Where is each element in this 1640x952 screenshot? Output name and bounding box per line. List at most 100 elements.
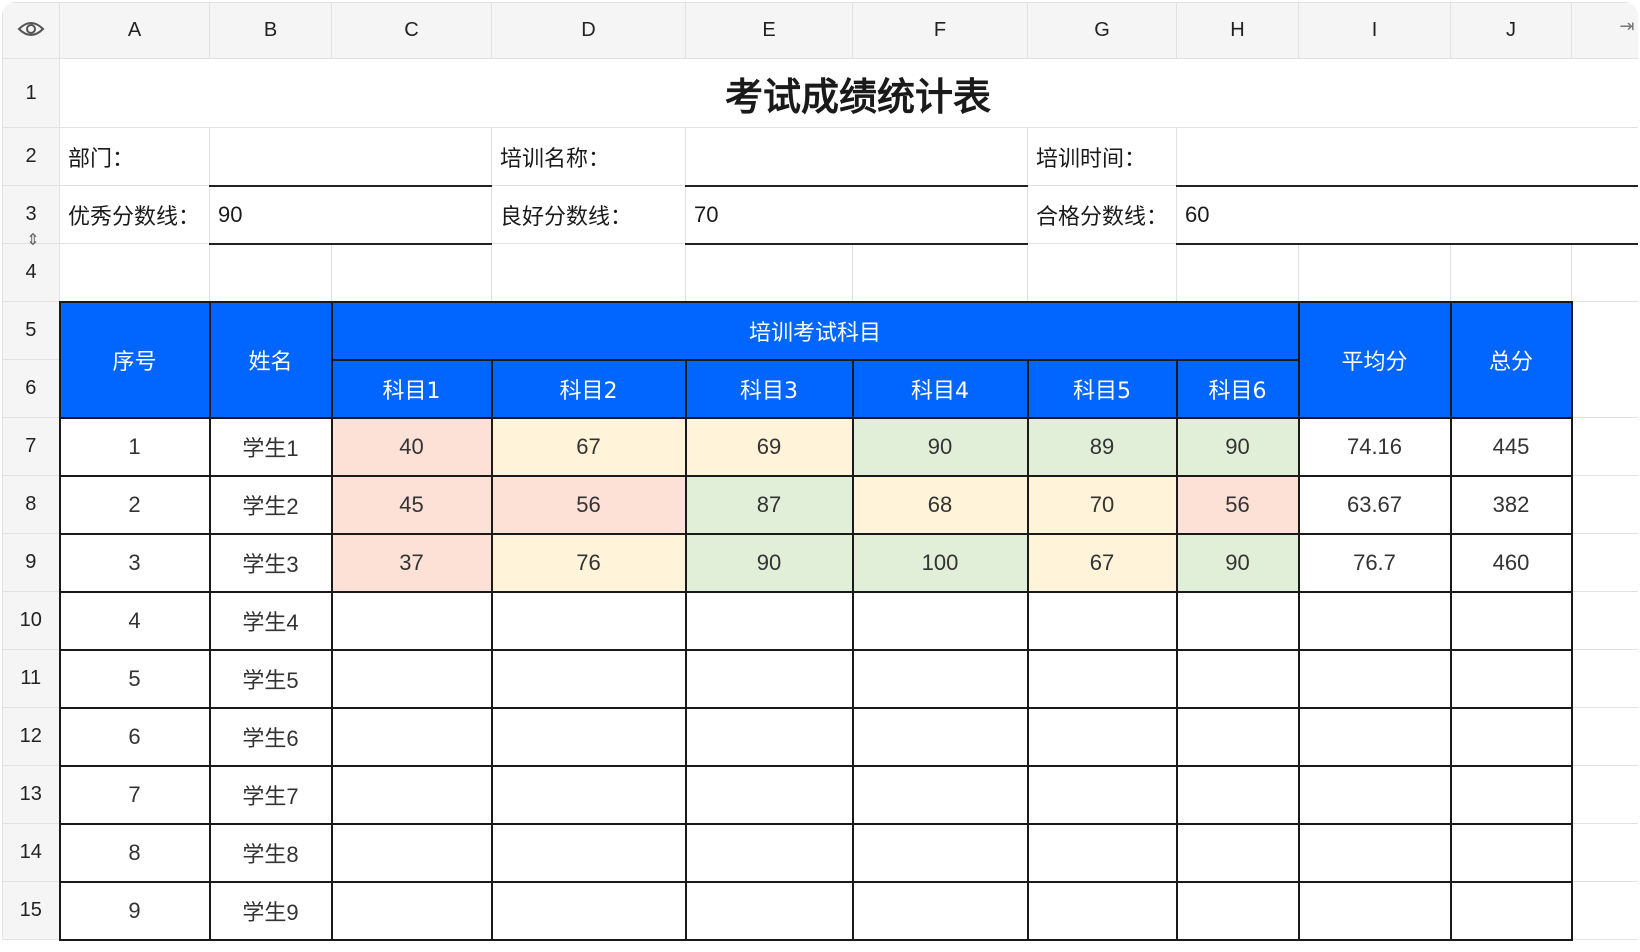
score-cell[interactable]: 90 xyxy=(1175,416,1300,477)
avg-cell[interactable] xyxy=(1297,764,1452,825)
avg-cell[interactable]: 63.67 xyxy=(1297,474,1452,535)
total-cell[interactable] xyxy=(1449,648,1573,709)
score-cell[interactable] xyxy=(490,822,687,883)
score-cell[interactable] xyxy=(490,880,687,941)
eye-icon[interactable] xyxy=(2,2,60,59)
subject-header[interactable]: 科目3 xyxy=(684,358,854,419)
subject-header[interactable]: 科目1 xyxy=(330,358,493,419)
score-cell[interactable]: 68 xyxy=(851,474,1029,535)
name-header[interactable]: 姓名 xyxy=(208,300,333,419)
empty-cell[interactable] xyxy=(685,243,853,302)
score-cell[interactable]: 69 xyxy=(684,416,854,477)
score-cell[interactable]: 70 xyxy=(1026,474,1178,535)
score-cell[interactable] xyxy=(1026,648,1178,709)
score-cell[interactable] xyxy=(851,764,1029,825)
empty-cell[interactable] xyxy=(1571,823,1638,882)
avg-cell[interactable] xyxy=(1297,822,1452,883)
score-cell[interactable]: 56 xyxy=(490,474,687,535)
score-cell[interactable] xyxy=(851,880,1029,941)
score-cell[interactable] xyxy=(1175,590,1300,651)
empty-cell[interactable] xyxy=(1571,417,1638,476)
dept-field[interactable] xyxy=(209,127,492,187)
score-cell[interactable] xyxy=(330,822,493,883)
score-cell[interactable] xyxy=(684,764,854,825)
empty-cell[interactable] xyxy=(1571,707,1638,766)
scroll-right-icon[interactable]: ⇥ xyxy=(1616,12,1638,42)
column-header[interactable]: J xyxy=(1450,2,1572,59)
score-cell[interactable] xyxy=(1175,764,1300,825)
total-cell[interactable]: 382 xyxy=(1449,474,1573,535)
name-cell[interactable]: 学生6 xyxy=(208,706,333,767)
total-cell[interactable] xyxy=(1449,822,1573,883)
empty-cell[interactable] xyxy=(331,243,492,302)
empty-cell[interactable] xyxy=(1571,243,1638,302)
total-header[interactable]: 总分 xyxy=(1449,300,1573,419)
score-cell[interactable] xyxy=(330,764,493,825)
score-cell[interactable]: 45 xyxy=(330,474,493,535)
score-cell[interactable] xyxy=(851,648,1029,709)
score-cell[interactable] xyxy=(330,880,493,941)
column-header[interactable]: A xyxy=(59,2,210,59)
column-header[interactable]: D xyxy=(491,2,686,59)
empty-cell[interactable] xyxy=(1571,881,1638,940)
sheet-title[interactable]: 考试成绩统计表 xyxy=(59,58,1638,128)
score-cell[interactable]: 90 xyxy=(684,532,854,593)
score-cell[interactable] xyxy=(1175,880,1300,941)
name-cell[interactable]: 学生1 xyxy=(208,416,333,477)
empty-cell[interactable] xyxy=(1571,649,1638,708)
row-header[interactable]: 7 xyxy=(2,417,60,476)
empty-cell[interactable] xyxy=(1298,243,1451,302)
total-cell[interactable] xyxy=(1449,706,1573,767)
avg-cell[interactable]: 74.16 xyxy=(1297,416,1452,477)
column-header[interactable]: F xyxy=(852,2,1028,59)
avg-cell[interactable] xyxy=(1297,706,1452,767)
row-header[interactable]: 9 xyxy=(2,533,60,592)
score-cell[interactable]: 40 xyxy=(330,416,493,477)
seq-header[interactable]: 序号 xyxy=(58,300,211,419)
subjects-header[interactable]: 培训考试科目 xyxy=(330,300,1300,361)
name-cell[interactable]: 学生7 xyxy=(208,764,333,825)
empty-cell[interactable] xyxy=(1571,591,1638,650)
row-header[interactable]: 8 xyxy=(2,475,60,534)
name-cell[interactable]: 学生8 xyxy=(208,822,333,883)
column-header[interactable]: B xyxy=(209,2,332,59)
score-cell[interactable] xyxy=(490,706,687,767)
score-cell[interactable]: 100 xyxy=(851,532,1029,593)
dept-label[interactable]: 部门： xyxy=(59,127,210,186)
score-cell[interactable] xyxy=(684,822,854,883)
subject-header[interactable]: 科目5 xyxy=(1026,358,1178,419)
seq-cell[interactable]: 2 xyxy=(58,474,211,535)
name-cell[interactable]: 学生5 xyxy=(208,648,333,709)
avg-cell[interactable] xyxy=(1297,880,1452,941)
pass-value[interactable]: 60 xyxy=(1176,185,1638,245)
good-value[interactable]: 70 xyxy=(685,185,1028,245)
score-cell[interactable]: 90 xyxy=(851,416,1029,477)
empty-cell[interactable] xyxy=(491,243,686,302)
score-cell[interactable] xyxy=(490,590,687,651)
empty-cell[interactable] xyxy=(1027,243,1177,302)
score-cell[interactable] xyxy=(684,706,854,767)
sheet-viewport[interactable]: A B C D E F G H I J 1 考试成绩统计表 2 部门： 培训名称： 培训时间： 3 优秀分数线： 9… xyxy=(2,2,1638,950)
seq-cell[interactable]: 9 xyxy=(58,880,211,941)
row-header[interactable]: 10 xyxy=(2,591,60,650)
score-cell[interactable] xyxy=(684,880,854,941)
column-header[interactable]: E xyxy=(685,2,853,59)
column-header[interactable]: G xyxy=(1027,2,1177,59)
training-time-field[interactable] xyxy=(1176,127,1638,187)
avg-cell[interactable]: 76.7 xyxy=(1297,532,1452,593)
seq-cell[interactable]: 7 xyxy=(58,764,211,825)
score-cell[interactable]: 76 xyxy=(490,532,687,593)
row-header[interactable]: 12 xyxy=(2,707,60,766)
column-header[interactable]: H xyxy=(1176,2,1299,59)
total-cell[interactable] xyxy=(1449,764,1573,825)
column-header[interactable]: I xyxy=(1298,2,1451,59)
score-cell[interactable] xyxy=(1026,880,1178,941)
score-cell[interactable] xyxy=(330,706,493,767)
row-header[interactable]: 13 xyxy=(2,765,60,824)
row-header[interactable]: 11 xyxy=(2,649,60,708)
score-cell[interactable] xyxy=(1175,706,1300,767)
seq-cell[interactable]: 8 xyxy=(58,822,211,883)
empty-cell[interactable] xyxy=(1571,533,1638,592)
empty-cell[interactable] xyxy=(1571,765,1638,824)
score-cell[interactable] xyxy=(684,648,854,709)
